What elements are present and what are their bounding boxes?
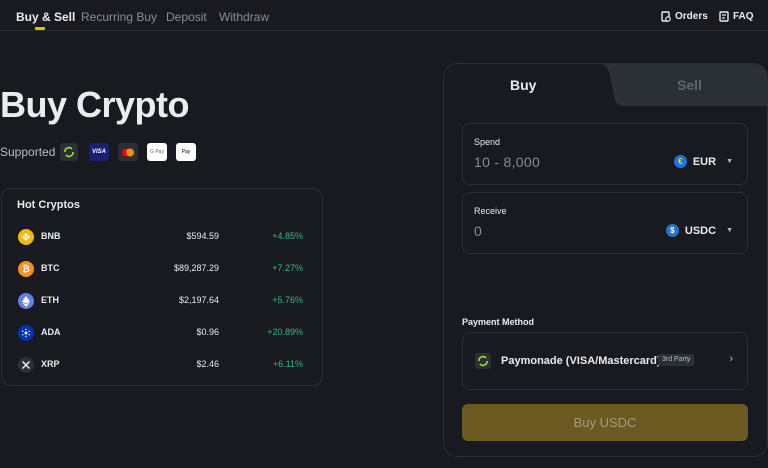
visa-icon: VISA (89, 143, 109, 161)
buy-usdc-button[interactable]: Buy USDC (462, 404, 748, 441)
hot-cryptos-card: Hot Cryptos BNB $594.59 +4.85% ₿ BTC $89… (1, 188, 323, 386)
ada-icon (18, 325, 34, 341)
active-tab-indicator (35, 27, 45, 30)
spend-field[interactable]: Spend 10 - 8,000 € EUR ▼ (462, 123, 748, 185)
receive-currency-select[interactable]: $ USDC ▼ (665, 224, 733, 237)
receive-label: Receive (474, 206, 507, 216)
spend-currency-select[interactable]: € EUR ▼ (673, 155, 733, 168)
crypto-symbol: ETH (41, 295, 59, 305)
hot-cryptos-title: Hot Cryptos (17, 199, 80, 211)
crypto-price: $2.46 (196, 359, 219, 369)
receive-field[interactable]: Receive 0 $ USDC ▼ (462, 192, 748, 254)
bnb-icon (18, 229, 34, 245)
orders-link[interactable]: Orders (661, 11, 708, 22)
faq-icon (719, 11, 729, 22)
crypto-price: $0.96 (196, 327, 219, 337)
crypto-price: $594.59 (186, 231, 219, 241)
paymonade-icon (475, 353, 491, 369)
faq-link[interactable]: FAQ (719, 11, 754, 22)
eth-icon (18, 293, 34, 309)
chevron-down-icon: ▼ (726, 227, 733, 234)
crypto-change: +5.76% (272, 295, 303, 305)
crypto-change: +20.89% (267, 327, 303, 337)
crypto-row-bnb[interactable]: BNB $594.59 +4.85% (2, 227, 322, 247)
receive-input[interactable]: 0 (474, 223, 482, 239)
third-party-badge: 3rd Party (658, 354, 695, 366)
buy-tab-label[interactable]: Buy (510, 77, 536, 93)
tab-withdraw[interactable]: Withdraw (219, 10, 269, 24)
mastercard-icon (118, 143, 138, 161)
supported-label: Supported (0, 145, 56, 159)
crypto-symbol: XRP (41, 359, 60, 369)
crypto-row-ada[interactable]: ADA $0.96 +20.89% (2, 323, 322, 343)
spend-currency: EUR (692, 155, 717, 168)
faq-label: FAQ (733, 11, 754, 22)
google-pay-icon: G Pay (147, 143, 167, 161)
crypto-change: +6.11% (272, 359, 303, 369)
payment-method-select[interactable]: Paymonade (VISA/Mastercard) 3rd Party › (462, 332, 748, 390)
usdc-icon: $ (665, 224, 679, 237)
crypto-change: +7.27% (272, 263, 303, 273)
crypto-change: +4.85% (272, 231, 303, 241)
orders-label: Orders (675, 11, 708, 22)
crypto-symbol: BNB (41, 231, 61, 241)
apple-pay-icon: Pay (176, 143, 196, 161)
chevron-right-icon: › (729, 353, 733, 365)
btc-icon: ₿ (18, 261, 34, 277)
page-title: Buy Crypto (0, 84, 190, 125)
crypto-symbol: ADA (41, 327, 61, 337)
tab-recurring-buy[interactable]: Recurring Buy (81, 10, 157, 24)
crypto-row-xrp[interactable]: XRP $2.46 +6.11% (2, 355, 322, 375)
receive-currency: USDC (684, 224, 717, 237)
eur-icon: € (673, 155, 687, 168)
tab-buy-sell[interactable]: Buy & Sell (16, 10, 75, 24)
spend-input[interactable]: 10 - 8,000 (474, 154, 540, 170)
sell-tab-label[interactable]: Sell (677, 77, 702, 93)
payment-method-name: Paymonade (VISA/Mastercard) (501, 355, 661, 367)
spend-label: Spend (474, 137, 501, 147)
crypto-row-eth[interactable]: ETH $2,197.64 +5.76% (2, 291, 322, 311)
crypto-row-btc[interactable]: ₿ BTC $89,287.29 +7.27% (2, 259, 322, 279)
paymonade-icon (60, 143, 78, 161)
crypto-price: $2,197.64 (178, 295, 219, 305)
xrp-icon (18, 357, 34, 373)
crypto-symbol: BTC (41, 263, 60, 273)
crypto-price: $89,287.29 (173, 263, 219, 273)
payment-method-label: Payment Method (462, 317, 535, 327)
orders-icon (661, 11, 671, 22)
top-nav: Buy & Sell Recurring Buy Deposit Withdra… (0, 0, 768, 31)
tab-deposit[interactable]: Deposit (166, 10, 207, 24)
chevron-down-icon: ▼ (726, 158, 733, 165)
trade-panel: Buy Sell Spend 10 - 8,000 € EUR ▼ Receiv… (443, 63, 768, 457)
